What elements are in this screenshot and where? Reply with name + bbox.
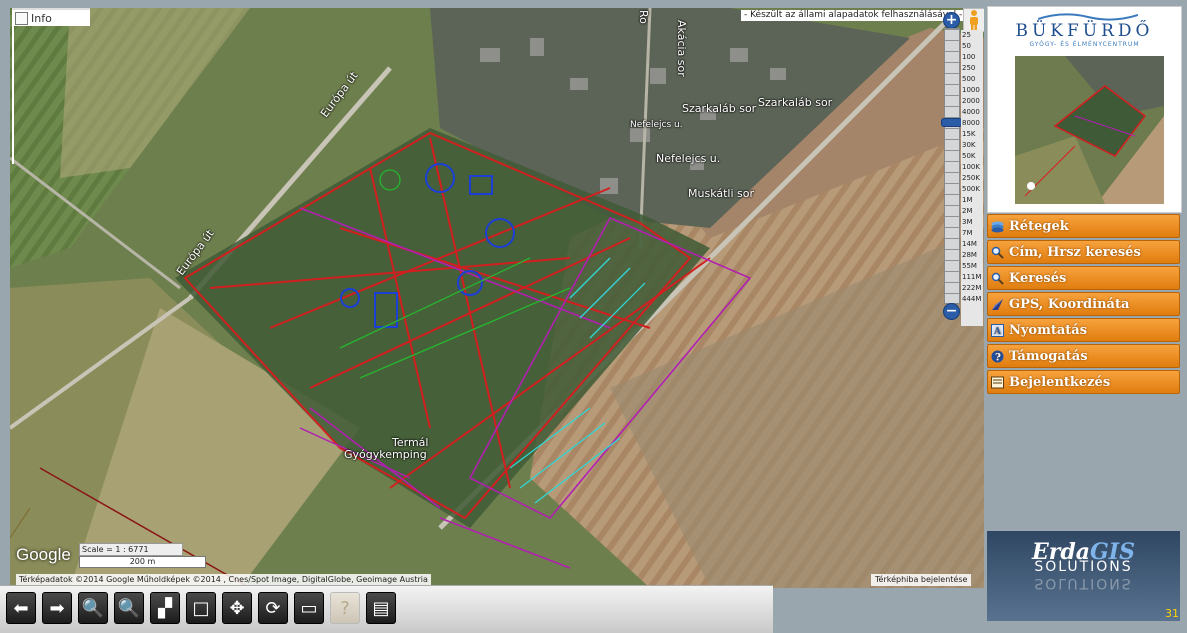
zoom-scale-label: 100 — [962, 53, 976, 61]
map-toolbar: ⬅ ➡ 🔍 🔍 ▞ □ ✥ ⟳ ▭? ▤ — [0, 585, 773, 633]
menu-item-2[interactable]: Keresés — [987, 266, 1180, 290]
zoom-scale-label: 1M — [962, 196, 973, 204]
info-label: Info — [31, 12, 52, 25]
zoom-in-icon: 🔍 — [81, 598, 105, 619]
menu-item-4[interactable]: A Nyomtatás — [987, 318, 1180, 342]
zoom-box-icon: ▞ — [158, 598, 172, 619]
map-label-muskatli-sor: Muskátli sor — [688, 187, 755, 200]
zoom-box-button[interactable]: ▞ — [150, 592, 180, 624]
pan-icon: ✥ — [229, 598, 245, 619]
report-map-error-link[interactable]: Térképhiba bejelentése — [871, 574, 972, 586]
google-logo: Google — [16, 545, 71, 564]
erdagis-logo: ErdaGIS SOLUTIONS SOLUTIONS — [987, 531, 1180, 621]
scale-ratio: Scale = 1 : 6771 — [79, 543, 183, 556]
info-divider — [12, 24, 14, 164]
data-attribution: - Készült az állami alapadatok felhaszná… — [741, 10, 966, 21]
refresh-button[interactable]: ⟳ — [258, 592, 288, 624]
menu-item-label: Támogatás — [1009, 349, 1088, 364]
arrow-left-icon: ⬅ — [13, 598, 29, 619]
info-checkbox[interactable] — [15, 12, 28, 25]
zoom-scale-label: 2M — [962, 207, 973, 215]
satellite-map — [10, 8, 984, 588]
zoom-out-minus-button[interactable]: − — [943, 303, 960, 320]
zoom-scale-label: 100K — [962, 163, 980, 171]
menu-item-6[interactable]: Bejelentkezés — [987, 370, 1180, 394]
zoom-scale-label: 3M — [962, 218, 973, 226]
menu-item-3[interactable]: GPS, Koordináta — [987, 292, 1180, 316]
refresh-icon: ⟳ — [265, 598, 281, 619]
map-canvas[interactable]: Európa út Európa út Akácia sor Ro Szarka… — [10, 8, 984, 588]
menu-item-label: Bejelentkezés — [1009, 375, 1111, 390]
page-number: 31 — [1165, 607, 1179, 620]
map-label-gyogykemping: Gyógykemping — [344, 448, 427, 461]
menu-item-1[interactable]: Cím, Hrsz keresés — [987, 240, 1180, 264]
zoom-scale-label: 222M — [962, 284, 982, 292]
zoom-scale-label: 4000 — [962, 108, 980, 116]
zoom-scale-label: 1000 — [962, 86, 980, 94]
zoom-scale-label: 28M — [962, 251, 977, 259]
map-label-ro: Ro — [637, 10, 650, 24]
zoom-scale-labels: 25 50 100 250 500 1000 2000 4000 8000 15K 30K 50K 10… — [961, 30, 983, 326]
map-label-szarkalab-sor-1: Szarkaláb sor — [682, 102, 757, 115]
back-button[interactable]: ⬅ — [6, 592, 36, 624]
erdagis-reflection: SOLUTIONS — [1034, 575, 1133, 591]
logo-title: BÜKFÜRDŐ — [1015, 21, 1154, 41]
zoom-scale-label: 500 — [962, 75, 976, 83]
document-icon: ▤ — [372, 598, 390, 619]
map-label-szarkalab-sor-2: Szarkaláb sor — [758, 96, 833, 109]
zoom-scale-label: 111M — [962, 273, 982, 281]
arrow-right-icon: ➡ — [49, 598, 65, 619]
map-label-nefelejcs-u-2: Nefelejcs u. — [656, 152, 721, 165]
zoom-scale-label: 250K — [962, 174, 980, 182]
zoom-scale-label: 50 — [962, 42, 971, 50]
logo-subtitle: GYÓGY- ÉS ÉLMÉNYCENTRUM — [1029, 41, 1140, 48]
bukfurdo-logo-box: BÜKFÜRDŐ GYÓGY- ÉS ÉLMÉNYCENTRUM — [987, 6, 1182, 213]
street-view-pegman-icon[interactable] — [963, 8, 985, 32]
extent-icon: □ — [192, 598, 210, 619]
zoom-scale-label: 8000 — [962, 119, 980, 127]
zoom-scale-label: 25 — [962, 31, 971, 39]
forward-button[interactable]: ➡ — [42, 592, 72, 624]
zoom-scale-label: 55M — [962, 262, 977, 270]
identify-button[interactable]: ? — [330, 592, 360, 624]
measure-button[interactable]: ▭ — [294, 592, 324, 624]
zoom-extent-button[interactable]: □ — [186, 592, 216, 624]
zoom-out-icon: 🔍 — [117, 598, 141, 619]
zoom-slider-thumb[interactable] — [941, 118, 962, 127]
menu-item-0[interactable]: Rétegek — [987, 214, 1180, 238]
zoom-scale-label: 444M — [962, 295, 982, 303]
zoom-scale-label: 500K — [962, 185, 980, 193]
zoom-scale-label: 30K — [962, 141, 976, 149]
ruler-icon: ▭ — [300, 598, 318, 619]
zoom-scale-label: 7M — [962, 229, 973, 237]
document-button[interactable]: ▤ — [366, 592, 396, 624]
map-label-akacia-sor: Akácia sor — [675, 20, 688, 77]
zoom-slider-track[interactable] — [944, 28, 960, 304]
menu-item-label: GPS, Koordináta — [1009, 297, 1130, 312]
side-menu: Rétegek Cím, Hrsz keresés Keresés GPS, Koor… — [987, 214, 1180, 396]
menu-item-label: Nyomtatás — [1009, 323, 1088, 338]
zoom-scale-label: 2000 — [962, 97, 980, 105]
svg-text:A: A — [993, 327, 1002, 337]
menu-item-label: Rétegek — [1009, 219, 1069, 234]
menu-item-label: Keresés — [1009, 271, 1067, 286]
scale-bar: 200 m — [79, 556, 206, 568]
zoom-scale-label: 14M — [962, 240, 977, 248]
info-toggle[interactable]: Info — [12, 8, 90, 26]
zoom-scale-label: 15K — [962, 130, 976, 138]
svg-text:?: ? — [995, 353, 1001, 364]
identify-icon: ? — [340, 598, 350, 619]
erdagis-solutions: SOLUTIONS — [1034, 559, 1133, 575]
pan-button[interactable]: ✥ — [222, 592, 252, 624]
zoom-in-plus-button[interactable]: + — [943, 12, 960, 29]
zoom-in-button[interactable]: 🔍 — [78, 592, 108, 624]
zoom-scale-label: 50K — [962, 152, 976, 160]
zoom-scale-label: 250 — [962, 64, 976, 72]
menu-item-5[interactable]: ? Támogatás — [987, 344, 1180, 368]
zoom-out-button[interactable]: 🔍 — [114, 592, 144, 624]
menu-item-label: Cím, Hrsz keresés — [1009, 245, 1141, 260]
map-label-nefelejcs-u-1: Nefelejcs u. — [630, 120, 683, 130]
overview-map[interactable] — [1015, 56, 1164, 204]
